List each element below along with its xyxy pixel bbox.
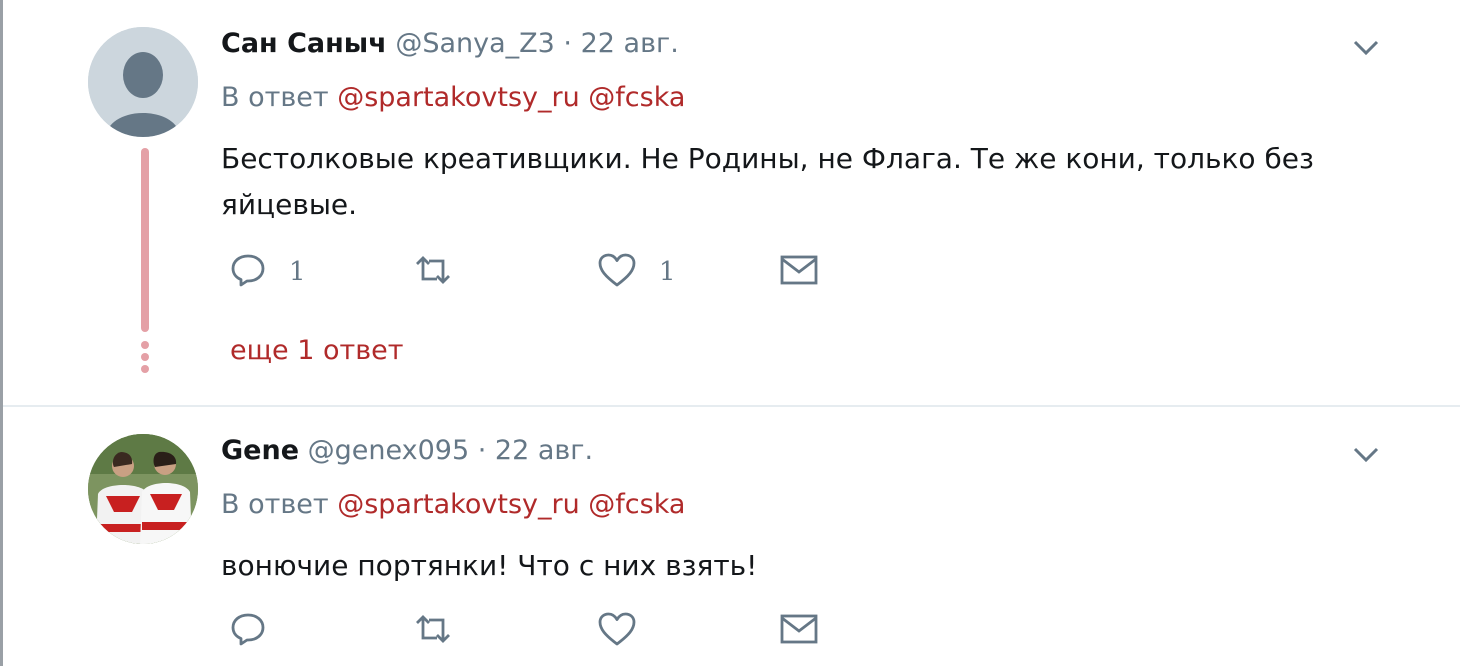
heart-icon [597,251,637,293]
thread-dot [141,365,149,373]
retweet-button[interactable] [411,250,477,294]
tweet-text: Бестолковые креативщики. Не Родины, не Ф… [221,142,1314,221]
tweet-text: вонючие портянки! Что с них взять! [221,549,758,582]
user-name[interactable]: Сан Саныч [221,28,387,59]
tweet-date[interactable]: 22 авг. [495,435,593,466]
tweet-actions [221,609,841,653]
reply-count: 1 [289,257,306,287]
tweet-header: Сан Саныч @Sanya_Z3 · 22 авг. [221,28,679,59]
tweet[interactable]: Gene @genex095 · 22 авг. В ответ @sparta… [3,407,1460,666]
mention-link[interactable]: @spartakovtsy_ru [337,489,580,520]
like-count: 1 [659,257,676,287]
direct-message-button[interactable] [779,250,819,294]
retweet-button[interactable] [411,609,477,653]
reply-to-line: В ответ @spartakovtsy_ru @fcska [221,82,685,113]
reply-button[interactable]: 1 [229,250,306,294]
like-button[interactable]: 1 [597,250,676,294]
mention-link[interactable]: @fcska [588,82,685,113]
avatar[interactable] [88,27,198,137]
tweet-actions: 1 1 [221,250,841,294]
chevron-down-icon[interactable] [1351,442,1381,466]
reply-prefix: В ответ [221,489,329,520]
envelope-icon [779,612,819,650]
user-handle[interactable]: @genex095 [308,435,470,466]
reply-prefix: В ответ [221,82,329,113]
direct-message-button[interactable] [779,609,819,653]
user-name[interactable]: Gene [221,435,299,466]
thread-line [141,148,149,332]
tweet-date[interactable]: 22 авг. [581,28,679,59]
reply-icon [229,251,267,293]
like-button[interactable] [597,609,659,653]
reply-icon [229,610,267,652]
envelope-icon [779,253,819,291]
chevron-down-icon[interactable] [1351,35,1381,59]
tweet-header: Gene @genex095 · 22 авг. [221,435,593,466]
reply-button[interactable] [229,609,289,653]
heart-icon [597,610,637,652]
reply-to-line: В ответ @spartakovtsy_ru @fcska [221,489,685,520]
mention-link[interactable]: @fcska [588,489,685,520]
retweet-icon [411,610,455,652]
separator: · [563,28,573,59]
show-more-replies-link[interactable]: еще 1 ответ [230,335,404,366]
avatar[interactable] [88,434,198,544]
retweet-icon [411,251,455,293]
tweet[interactable]: Сан Саныч @Sanya_Z3 · 22 авг. В ответ @s… [3,0,1460,407]
thread-dot [141,341,149,349]
thread-dot [141,353,149,361]
user-handle[interactable]: @Sanya_Z3 [395,28,555,59]
mention-link[interactable]: @spartakovtsy_ru [337,82,580,113]
separator: · [477,435,487,466]
